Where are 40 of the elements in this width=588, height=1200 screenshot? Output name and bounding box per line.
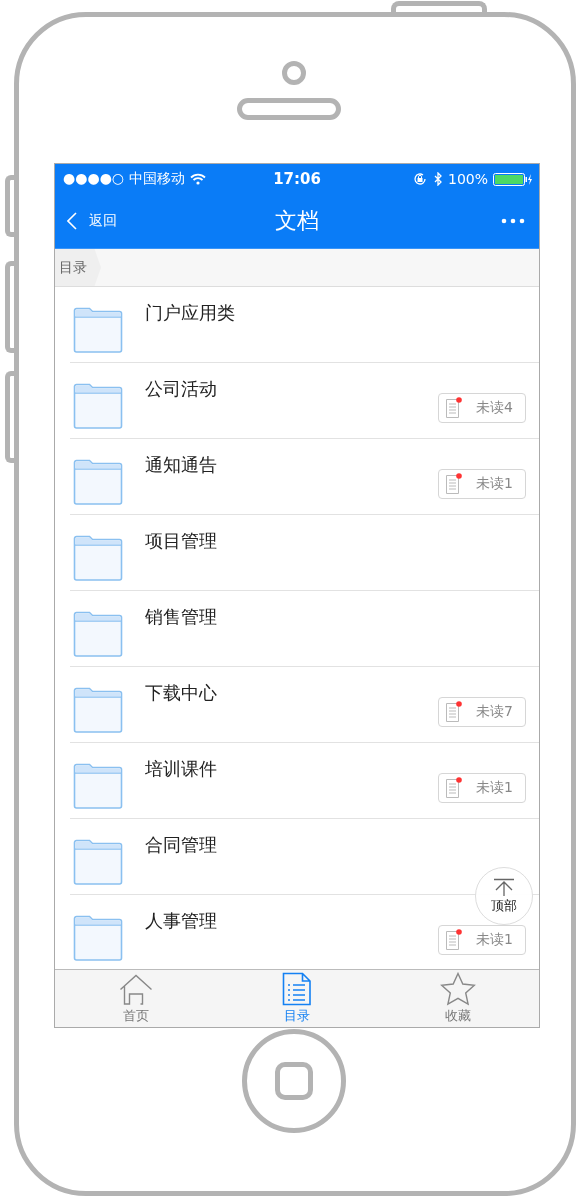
- folder-name[interactable]: 项目管理: [145, 529, 217, 553]
- clock: 17:06: [272, 170, 322, 188]
- arrow-up-icon[interactable]: [493, 877, 515, 896]
- document-list-icon[interactable]: [282, 972, 312, 1006]
- tab[interactable]: 收藏: [377, 970, 539, 1027]
- star-icon[interactable]: [440, 972, 477, 1006]
- unread-count: 未读1: [476, 778, 513, 797]
- folder-name[interactable]: 人事管理: [145, 909, 217, 933]
- more-icon[interactable]: [501, 218, 525, 224]
- document-icon: [445, 776, 463, 799]
- document-icon: [445, 928, 463, 951]
- breadcrumb-item[interactable]: 目录: [55, 249, 101, 286]
- home-icon[interactable]: [118, 974, 153, 1006]
- bluetooth-icon: [433, 172, 443, 186]
- document-icon: [445, 396, 463, 419]
- camera-icon: [282, 61, 306, 85]
- document-icon: [445, 700, 463, 723]
- unread-count: 未读4: [476, 398, 513, 417]
- unread-count: 未读1: [476, 930, 513, 949]
- folder-name[interactable]: 销售管理: [145, 605, 217, 629]
- folder-name[interactable]: 下载中心: [145, 681, 217, 705]
- unread-count: 未读7: [476, 702, 513, 721]
- tab[interactable]: 首页: [55, 970, 217, 1027]
- folder-name[interactable]: 培训课件: [145, 757, 217, 781]
- battery-percent: 100%: [447, 171, 488, 187]
- wifi-icon: [189, 173, 206, 185]
- folder-name[interactable]: 通知通告: [145, 453, 217, 477]
- back-button[interactable]: 返回: [67, 212, 117, 230]
- tab[interactable]: 目录: [216, 970, 378, 1027]
- folder-name[interactable]: 门户应用类: [145, 301, 235, 325]
- rotation-lock-icon: [412, 172, 427, 186]
- document-icon: [445, 472, 463, 495]
- back-chevron-icon[interactable]: [67, 212, 77, 230]
- folder-name[interactable]: 合同管理: [145, 833, 217, 857]
- back-to-top-button[interactable]: 顶部: [475, 867, 533, 925]
- carrier-label: ●●●●○ 中国移动: [63, 170, 185, 188]
- folder-name[interactable]: 公司活动: [145, 377, 217, 401]
- battery-icon: [493, 172, 533, 186]
- page-title: 文档: [274, 207, 320, 235]
- unread-count: 未读1: [476, 474, 513, 493]
